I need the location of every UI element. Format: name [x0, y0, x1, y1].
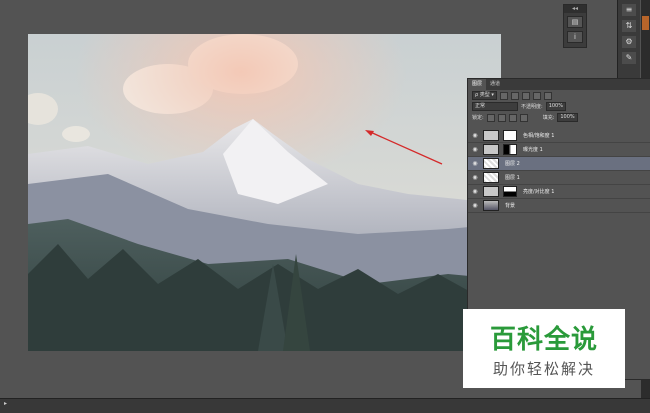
layer-name: 图层 1 — [505, 175, 520, 181]
filter-row: ρ 类型 ▾ — [468, 90, 650, 101]
eye-icon[interactable]: ◉ — [471, 160, 479, 167]
filter-smart-icon[interactable] — [543, 91, 552, 100]
lock-paint-icon[interactable] — [497, 113, 506, 122]
opacity-label: 不透明度: — [521, 104, 543, 110]
adjustment-thumb-icon — [483, 130, 499, 141]
layer-name: 图层 2 — [505, 161, 520, 167]
mask-thumb — [503, 186, 517, 197]
layers-panel-tabs: 图层 通道 — [468, 79, 650, 90]
layer-row-layer-2[interactable]: ◉ 图层 2 — [468, 157, 650, 171]
lock-label: 锁定: — [472, 115, 484, 121]
layer-thumb — [483, 158, 499, 169]
tool-icon-c[interactable]: ⚙ — [622, 36, 636, 48]
filter-shape-icon[interactable] — [532, 91, 541, 100]
info-icon[interactable]: i — [567, 31, 583, 43]
watermark-subtitle: 助你轻松解决 — [492, 360, 595, 378]
status-bar: ▸ — [0, 398, 650, 413]
panel-button[interactable]: ▤ — [567, 16, 583, 28]
watermark: 百科全说 助你轻松解决 — [463, 309, 625, 388]
adjustment-thumb-icon — [483, 186, 499, 197]
layer-row-exposure[interactable]: ◉ 曝光度 1 — [468, 143, 650, 157]
layer-name: 背景 — [505, 203, 516, 209]
mask-thumb — [503, 144, 517, 155]
lock-all-icon[interactable] — [519, 113, 528, 122]
layer-name: 亮度/对比度 1 — [523, 189, 555, 195]
eye-icon[interactable]: ◉ — [471, 188, 479, 195]
layer-name: 曝光度 1 — [523, 147, 543, 153]
watermark-title: 百科全说 — [489, 325, 598, 355]
tool-icon-b[interactable]: ⇅ — [622, 20, 636, 32]
fill-input[interactable]: 100% — [557, 113, 578, 122]
eye-icon[interactable]: ◉ — [471, 174, 479, 181]
tool-icon-a[interactable]: ≡ — [622, 4, 636, 16]
eye-icon[interactable]: ◉ — [471, 202, 479, 209]
opacity-input[interactable]: 100% — [545, 102, 566, 111]
info-mini-panel: ◂◂ ▤ i — [563, 4, 587, 48]
tab-channels[interactable]: 通道 — [486, 79, 504, 90]
adjustment-thumb-icon — [483, 144, 499, 155]
tool-icon-d[interactable]: ✎ — [622, 52, 636, 64]
play-icon[interactable]: ▸ — [4, 400, 7, 407]
layer-name: 色相/饱和度 1 — [523, 133, 555, 139]
layer-thumb — [483, 172, 499, 183]
color-swatch[interactable] — [642, 16, 649, 30]
layer-thumb — [483, 200, 499, 211]
tab-layers[interactable]: 图层 — [468, 79, 487, 90]
blend-mode-select[interactable]: 正常 — [472, 102, 518, 111]
mask-thumb — [503, 130, 517, 141]
kind-filter[interactable]: ρ 类型 ▾ — [472, 91, 497, 100]
filter-pixel-icon[interactable] — [499, 91, 508, 100]
fill-label: 填充: — [542, 115, 555, 121]
blend-row: 正常 不透明度: 100% — [468, 101, 650, 112]
photoshop-workspace: ◂◂ ▤ i ≡ ⇅ ⚙ ✎ 图层 通道 ρ 类型 ▾ 正常 不透明度: 100… — [0, 0, 650, 413]
lock-transparent-icon[interactable] — [486, 113, 495, 122]
lock-row: 锁定: 填充: 100% — [468, 112, 650, 123]
layer-row-hue-saturation[interactable]: ◉ 色相/饱和度 1 — [468, 129, 650, 143]
eye-icon[interactable]: ◉ — [471, 146, 479, 153]
eye-icon[interactable]: ◉ — [471, 132, 479, 139]
layer-row-layer-1[interactable]: ◉ 图层 1 — [468, 171, 650, 185]
lock-move-icon[interactable] — [508, 113, 517, 122]
right-tool-dock: ≡ ⇅ ⚙ ✎ — [617, 0, 640, 86]
layer-row-background[interactable]: ◉ 背景 — [468, 199, 650, 213]
mini-panel-header: ◂◂ — [564, 5, 586, 13]
filter-text-icon[interactable] — [521, 91, 530, 100]
filter-adjust-icon[interactable] — [510, 91, 519, 100]
layer-row-brightness-contrast[interactable]: ◉ 亮度/对比度 1 — [468, 185, 650, 199]
